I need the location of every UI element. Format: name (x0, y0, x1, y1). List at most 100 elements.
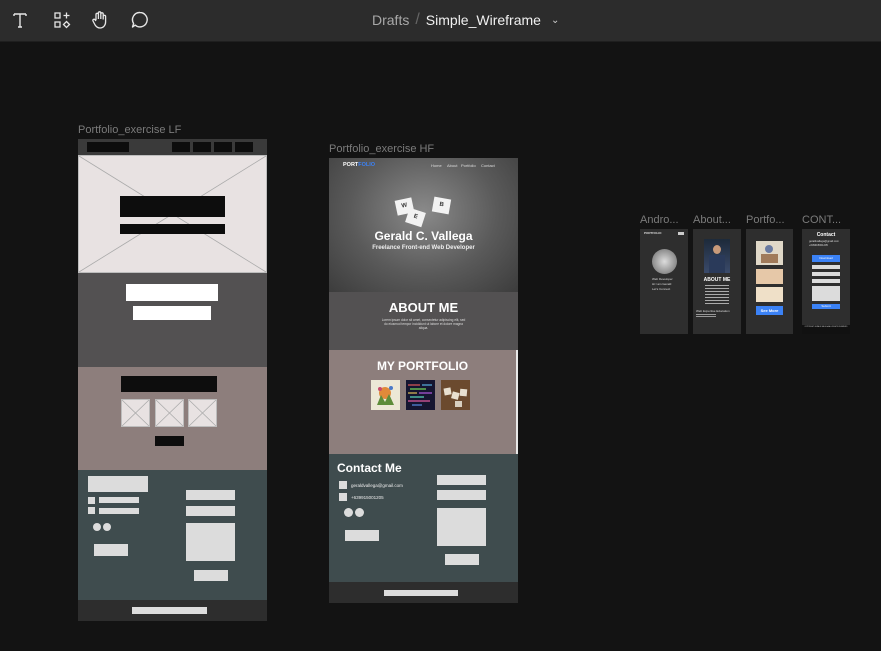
comment-tool-button[interactable] (128, 8, 152, 32)
hf-form-email-field[interactable] (437, 490, 486, 500)
submit-button[interactable]: Submit (812, 304, 840, 309)
figure-icon (765, 245, 773, 253)
hf-contact-email: geraldvallega@gmail.com (351, 483, 403, 488)
hf-about-title: ABOUT ME (388, 300, 459, 315)
android-line1: Web Developer (652, 277, 673, 281)
android-avatar (652, 249, 677, 274)
hf-form-name-field[interactable] (437, 475, 486, 485)
lf-nav-item (172, 142, 190, 152)
lf-social-dot (93, 523, 101, 531)
person-icon (713, 245, 721, 254)
text-icon (13, 13, 27, 28)
lf-hero-title-block (120, 196, 225, 217)
hf-contact-button[interactable] (345, 530, 379, 541)
hf-form-message-field[interactable] (437, 508, 486, 546)
hf-portfolio-section: MY PORTFOLIO (329, 350, 518, 454)
hand-tool-button[interactable] (88, 8, 112, 32)
hf-nav-contact[interactable]: Contact (481, 163, 495, 168)
contact-mobile-field[interactable] (812, 279, 840, 283)
lf-portfolio-thumb (188, 399, 217, 427)
download-button[interactable]: Download (812, 255, 840, 262)
social-icon[interactable] (344, 508, 353, 517)
hf-portfolio-thumb-3[interactable] (441, 380, 470, 410)
comment-icon (131, 11, 148, 28)
frame-label-android[interactable]: Andro... (640, 214, 679, 226)
hf-footer (329, 582, 518, 603)
frame-label-hf[interactable]: Portfolio_exercise HF (329, 143, 434, 155)
design-canvas[interactable]: Portfolio_exercise LF Portfolio_exercise… (0, 43, 881, 651)
mail-icon (339, 481, 347, 489)
hf-hero-section: PORTFOLIO Home About Portfolio Contact W… (329, 158, 518, 292)
frame-contact-mobile[interactable]: Contact geraldvallega@gmail.com +6399150… (802, 229, 850, 334)
hf-about-body: Lorem ipsum dolor sit amet, consectetur … (381, 318, 466, 330)
lf-portfolio-title-block (121, 376, 217, 392)
frame-label-about[interactable]: About... (693, 214, 731, 226)
chevron-down-icon[interactable]: ⌄ (551, 15, 559, 26)
social-icon[interactable] (355, 508, 364, 517)
portfolio-mobile-thumb-2 (756, 269, 783, 284)
breadcrumb-separator: / (415, 11, 420, 28)
android-line3: Let's Connect (652, 287, 671, 291)
lf-form-field (186, 506, 235, 516)
hf-tile-b: B (431, 196, 452, 215)
lf-contact-line (99, 508, 139, 514)
contact-mobile-phone: +639915001205 (809, 244, 828, 247)
contact-mobile-textarea[interactable] (812, 286, 840, 301)
see-more-button[interactable]: See More (756, 306, 783, 315)
menu-icon[interactable] (678, 232, 684, 235)
about-photo (704, 239, 730, 273)
contact-mobile-copyright: COPYRIGHT GERALD VALLEGA ALL RIGHTS RESE… (804, 327, 848, 328)
contact-mobile-field[interactable] (812, 272, 840, 276)
lf-navbar (78, 139, 267, 155)
person-body (709, 255, 725, 273)
lf-portfolio-button-block (155, 436, 184, 446)
phone-icon (339, 493, 347, 501)
portfolio-mobile-thumb-1 (756, 241, 783, 265)
lf-contact-title-block (88, 476, 148, 492)
hf-tile-e: E (405, 207, 426, 228)
contact-mobile-field[interactable] (812, 265, 840, 269)
frame-portfolio-hf[interactable]: PORTFOLIO Home About Portfolio Contact W… (329, 158, 518, 603)
frame-about-mobile[interactable]: ABOUT ME Web Expertise Education (693, 229, 741, 334)
lf-contact-icon (88, 497, 95, 504)
lf-portfolio-thumb (121, 399, 150, 427)
lf-about-title-block (126, 284, 218, 301)
hf-nav-portfolio[interactable]: Portfolio (461, 163, 476, 168)
hf-about-section: ABOUT ME Lorem ipsum dolor sit amet, con… (329, 292, 518, 350)
frame-android[interactable]: PORTFOLIO Web Developer Hi I am Gerald L… (640, 229, 688, 334)
frame-label-portfolio[interactable]: Portfo... (746, 214, 785, 226)
about-mobile-title: ABOUT ME (703, 277, 731, 283)
lf-about-section (78, 273, 267, 367)
lf-nav-item (235, 142, 253, 152)
lf-contact-icon (88, 507, 95, 514)
frame-portfolio-lf[interactable] (78, 139, 267, 621)
hf-logo: PORTFOLIO (343, 162, 375, 168)
components-tool-button[interactable] (50, 8, 74, 32)
hf-hero-name: Gerald C. Vallega (374, 229, 473, 243)
hand-icon (92, 11, 107, 29)
breadcrumb: Drafts / Simple_Wireframe ⌄ (372, 11, 559, 29)
about-mobile-foot-lines (696, 314, 716, 318)
frame-portfolio-mobile[interactable]: See More (746, 229, 793, 334)
hf-contact-section: Contact Me geraldvallega@gmail.com +6399… (329, 454, 518, 582)
frame-label-contact[interactable]: CONT... (802, 214, 841, 226)
hf-contact-title: Contact Me (337, 461, 402, 475)
hf-form-submit-button[interactable] (445, 554, 479, 565)
lf-form-field (186, 490, 235, 500)
lf-nav-item (193, 142, 211, 152)
file-name[interactable]: Simple_Wireframe (426, 12, 541, 28)
hf-nav-about[interactable]: About (447, 163, 457, 168)
breadcrumb-project[interactable]: Drafts (372, 12, 409, 28)
hf-nav-home[interactable]: Home (431, 163, 442, 168)
lf-hero-image-placeholder (78, 155, 267, 273)
hf-portfolio-thumb-2[interactable] (406, 380, 435, 410)
frame-label-lf[interactable]: Portfolio_exercise LF (78, 124, 181, 136)
lf-social-dot (103, 523, 111, 531)
hf-logo-part-b: FOLIO (358, 162, 376, 168)
lf-portfolio-section (78, 367, 267, 470)
lf-hero-subtitle-block (120, 224, 225, 234)
about-mobile-body (705, 285, 729, 305)
lf-logo-block (87, 142, 129, 152)
text-tool-button[interactable] (8, 8, 32, 32)
hf-portfolio-thumb-1[interactable] (371, 380, 400, 410)
